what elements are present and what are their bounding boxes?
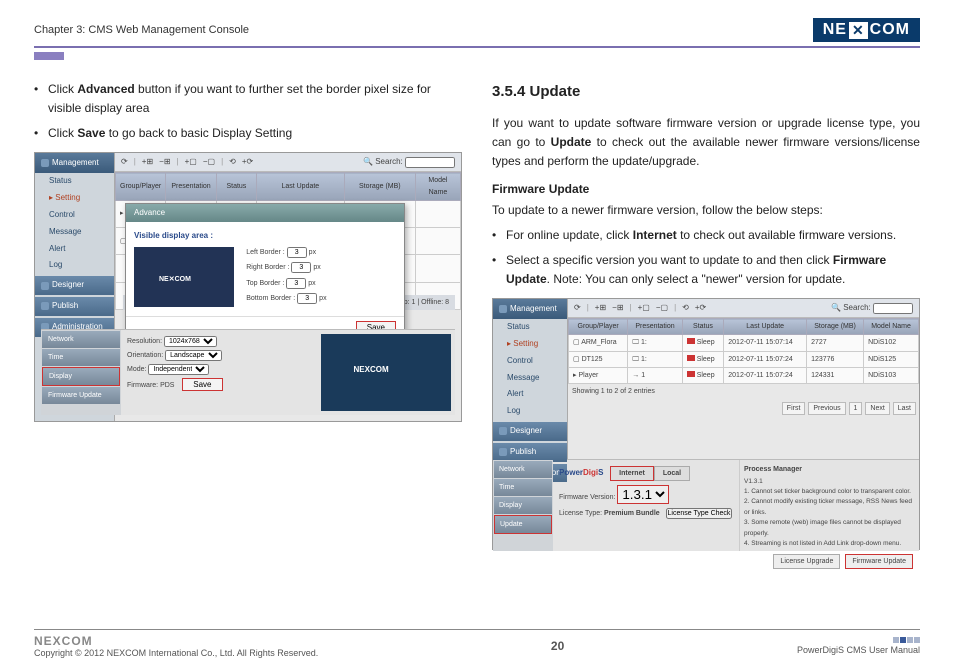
preview-thumb: NE✕COM: [134, 247, 234, 307]
gear-icon: [41, 159, 49, 167]
pm-note: 2. Cannot modify existing ticker message…: [744, 497, 915, 518]
bullet: Select a specific version you want to up…: [492, 251, 920, 289]
page-number: 20: [551, 639, 564, 653]
copyright: Copyright © 2012 NEXCOM International Co…: [34, 648, 318, 658]
sidebar-item-message[interactable]: Message: [493, 370, 567, 387]
process-manager-heading: Process Manager: [744, 464, 915, 475]
resolution-select[interactable]: 1024x768: [164, 336, 217, 347]
tab-network[interactable]: Network: [494, 461, 552, 478]
visible-area-label: Visible display area :: [134, 230, 396, 243]
page-next[interactable]: Next: [865, 402, 889, 415]
sidebar-item-alert[interactable]: Alert: [493, 386, 567, 403]
sidebar-item-control[interactable]: Control: [493, 353, 567, 370]
page-prev[interactable]: Previous: [808, 402, 845, 415]
nexcom-logo: NE✕COM: [813, 18, 920, 42]
sidebar-designer[interactable]: Designer: [35, 276, 114, 295]
pm-note: 1. Cannot set ticker background color to…: [744, 487, 915, 497]
player-table: Group/PlayerPresentationStatusLast Updat…: [568, 318, 919, 384]
sidebar-item-setting[interactable]: ▸ Setting: [493, 336, 567, 353]
license-upgrade-button[interactable]: License Upgrade: [773, 554, 840, 569]
search-input[interactable]: [873, 303, 913, 314]
sidebar-management[interactable]: Management: [493, 299, 567, 320]
bullet: Click Advanced button if you want to fur…: [34, 80, 462, 118]
publish-icon: [499, 448, 507, 456]
sidebar-publish[interactable]: Publish: [35, 297, 114, 316]
tab-display[interactable]: Display: [494, 497, 552, 514]
powerdigis-logo: PowerDigiS InternetLocal: [559, 466, 733, 481]
pager: First Previous 1 Next Last: [568, 399, 919, 418]
license-type-check-button[interactable]: License Type Check: [666, 508, 733, 519]
top-border-input[interactable]: [286, 278, 306, 289]
gear-icon: [499, 305, 507, 313]
sidebar-item-status[interactable]: Status: [35, 173, 114, 190]
sidebar-item-setting[interactable]: ▸ Setting: [35, 190, 114, 207]
sidebar-designer[interactable]: Designer: [493, 422, 567, 441]
bullet: For online update, click Internet to che…: [492, 226, 920, 245]
chapter-title: Chapter 3: CMS Web Management Console: [34, 24, 249, 36]
intro-text: If you want to update software firmware …: [492, 114, 920, 172]
firmware-update-button[interactable]: Firmware Update: [845, 554, 913, 569]
table-row[interactable]: ▢ DT125🖵 1:Sleep2012-07-11 15:07:2412377…: [569, 351, 919, 367]
advance-popup: Advance Visible display area : NE✕COM Le…: [125, 203, 405, 340]
manual-name: PowerDigiS CMS User Manual: [797, 645, 920, 655]
save-button-2[interactable]: Save: [182, 378, 222, 391]
tab-update[interactable]: Update: [494, 515, 552, 534]
sub-heading: Firmware Update: [492, 180, 920, 199]
left-border-input[interactable]: [287, 247, 307, 258]
table-row[interactable]: ▢ ARM_Flora🖵 1:Sleep2012-07-11 15:07:142…: [569, 335, 919, 351]
page-1[interactable]: 1: [849, 402, 863, 415]
tab-display[interactable]: Display: [42, 367, 120, 386]
left-bullets: Click Advanced button if you want to fur…: [34, 80, 462, 144]
publish-icon: [41, 302, 49, 310]
screenshot-firmware-update: Management Status ▸ Setting Control Mess…: [492, 298, 920, 550]
bullet: Click Save to go back to basic Display S…: [34, 124, 462, 143]
popup-title: Advance: [126, 204, 404, 223]
sidebar-item-log[interactable]: Log: [35, 257, 114, 274]
tab-time[interactable]: Time: [42, 349, 120, 366]
draw-icon: [499, 427, 507, 435]
right-bullets: For online update, click Internet to che…: [492, 226, 920, 290]
local-tab[interactable]: Local: [654, 466, 690, 481]
footer-logo: NEXCOM: [34, 634, 318, 648]
sidebar-item-message[interactable]: Message: [35, 224, 114, 241]
toolbar: ⟳|+⊞−⊞|+▢−▢|⟲+⟳ 🔍 Search:: [115, 153, 461, 173]
sidebar-management[interactable]: Management: [35, 153, 114, 174]
pm-note: 3. Some remote (web) image files cannot …: [744, 518, 915, 539]
display-preview: NEXCOM: [321, 334, 451, 411]
sidebar-item-alert[interactable]: Alert: [35, 241, 114, 258]
sidebar-item-status[interactable]: Status: [493, 319, 567, 336]
tab-network[interactable]: Network: [42, 331, 120, 348]
section-heading: 3.5.4 Update: [492, 80, 920, 104]
draw-icon: [41, 282, 49, 290]
screenshot-display-setting: Management Status ▸ Setting Control Mess…: [34, 152, 462, 422]
orientation-select[interactable]: Landscape: [165, 350, 222, 361]
page-first[interactable]: First: [782, 402, 806, 415]
pm-version: V1.3.1: [744, 477, 915, 487]
bottom-border-input[interactable]: [297, 293, 317, 304]
firmware-version-select[interactable]: 1.3.1: [617, 485, 669, 504]
tab-firmware-update[interactable]: Firmware Update: [42, 387, 120, 404]
page-last[interactable]: Last: [893, 402, 916, 415]
sidebar-item-log[interactable]: Log: [493, 403, 567, 420]
toolbar: ⟳|+⊞−⊞|+▢−▢|⟲+⟳ 🔍 Search:: [568, 299, 919, 319]
pm-note: 4. Streaming is not listed in Add Link d…: [744, 539, 915, 549]
table-row[interactable]: ▸ Player→ 1Sleep2012-07-11 15:07:2412433…: [569, 367, 919, 383]
tab-mark: [34, 52, 64, 60]
right-border-input[interactable]: [291, 262, 311, 273]
tab-time[interactable]: Time: [494, 479, 552, 496]
internet-tab[interactable]: Internet: [610, 466, 654, 481]
sidebar-item-control[interactable]: Control: [35, 207, 114, 224]
subtext: To update to a newer firmware version, f…: [492, 201, 920, 220]
showing-text: Showing 1 to 2 of 2 entries: [568, 384, 919, 399]
search-input[interactable]: [405, 157, 455, 168]
mode-select[interactable]: Independent: [148, 364, 209, 375]
